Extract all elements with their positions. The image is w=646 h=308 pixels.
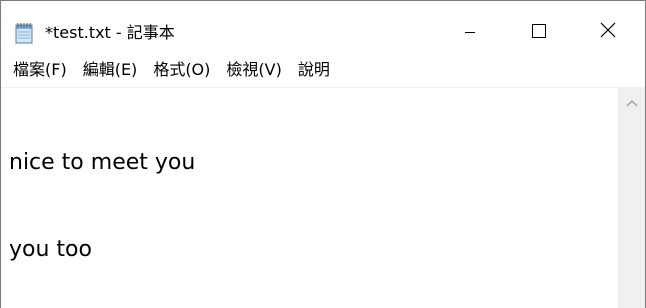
maximize-button[interactable] [516, 12, 562, 52]
minimize-button[interactable] [447, 12, 493, 52]
editor-line[interactable]: you too [9, 235, 609, 264]
editor-area[interactable]: nice to meet you you too [1, 87, 645, 308]
chevron-up-icon [625, 92, 638, 111]
maximize-icon [532, 23, 546, 42]
scroll-up-button[interactable] [618, 88, 645, 114]
menu-help[interactable]: 說明 [290, 58, 338, 82]
text-editor[interactable]: nice to meet you you too [9, 90, 609, 308]
vertical-scrollbar[interactable] [618, 88, 645, 308]
menu-view[interactable]: 檢視(V) [218, 58, 289, 82]
notepad-window: *test.txt - 記事本 檔案(F) 編輯(E) 格式(O) 檢視(V) … [0, 0, 646, 308]
close-icon [600, 22, 616, 42]
close-button[interactable] [585, 12, 631, 52]
window-title: *test.txt - 記事本 [45, 23, 175, 42]
menu-edit[interactable]: 編輯(E) [75, 58, 146, 82]
title-bar[interactable]: *test.txt - 記事本 [1, 1, 645, 51]
menu-file[interactable]: 檔案(F) [5, 58, 75, 82]
notepad-icon[interactable] [13, 22, 35, 44]
menu-format[interactable]: 格式(O) [145, 58, 218, 82]
minimize-icon [464, 23, 476, 42]
editor-line[interactable]: nice to meet you [9, 148, 609, 177]
menu-bar: 檔案(F) 編輯(E) 格式(O) 檢視(V) 說明 [1, 56, 645, 84]
